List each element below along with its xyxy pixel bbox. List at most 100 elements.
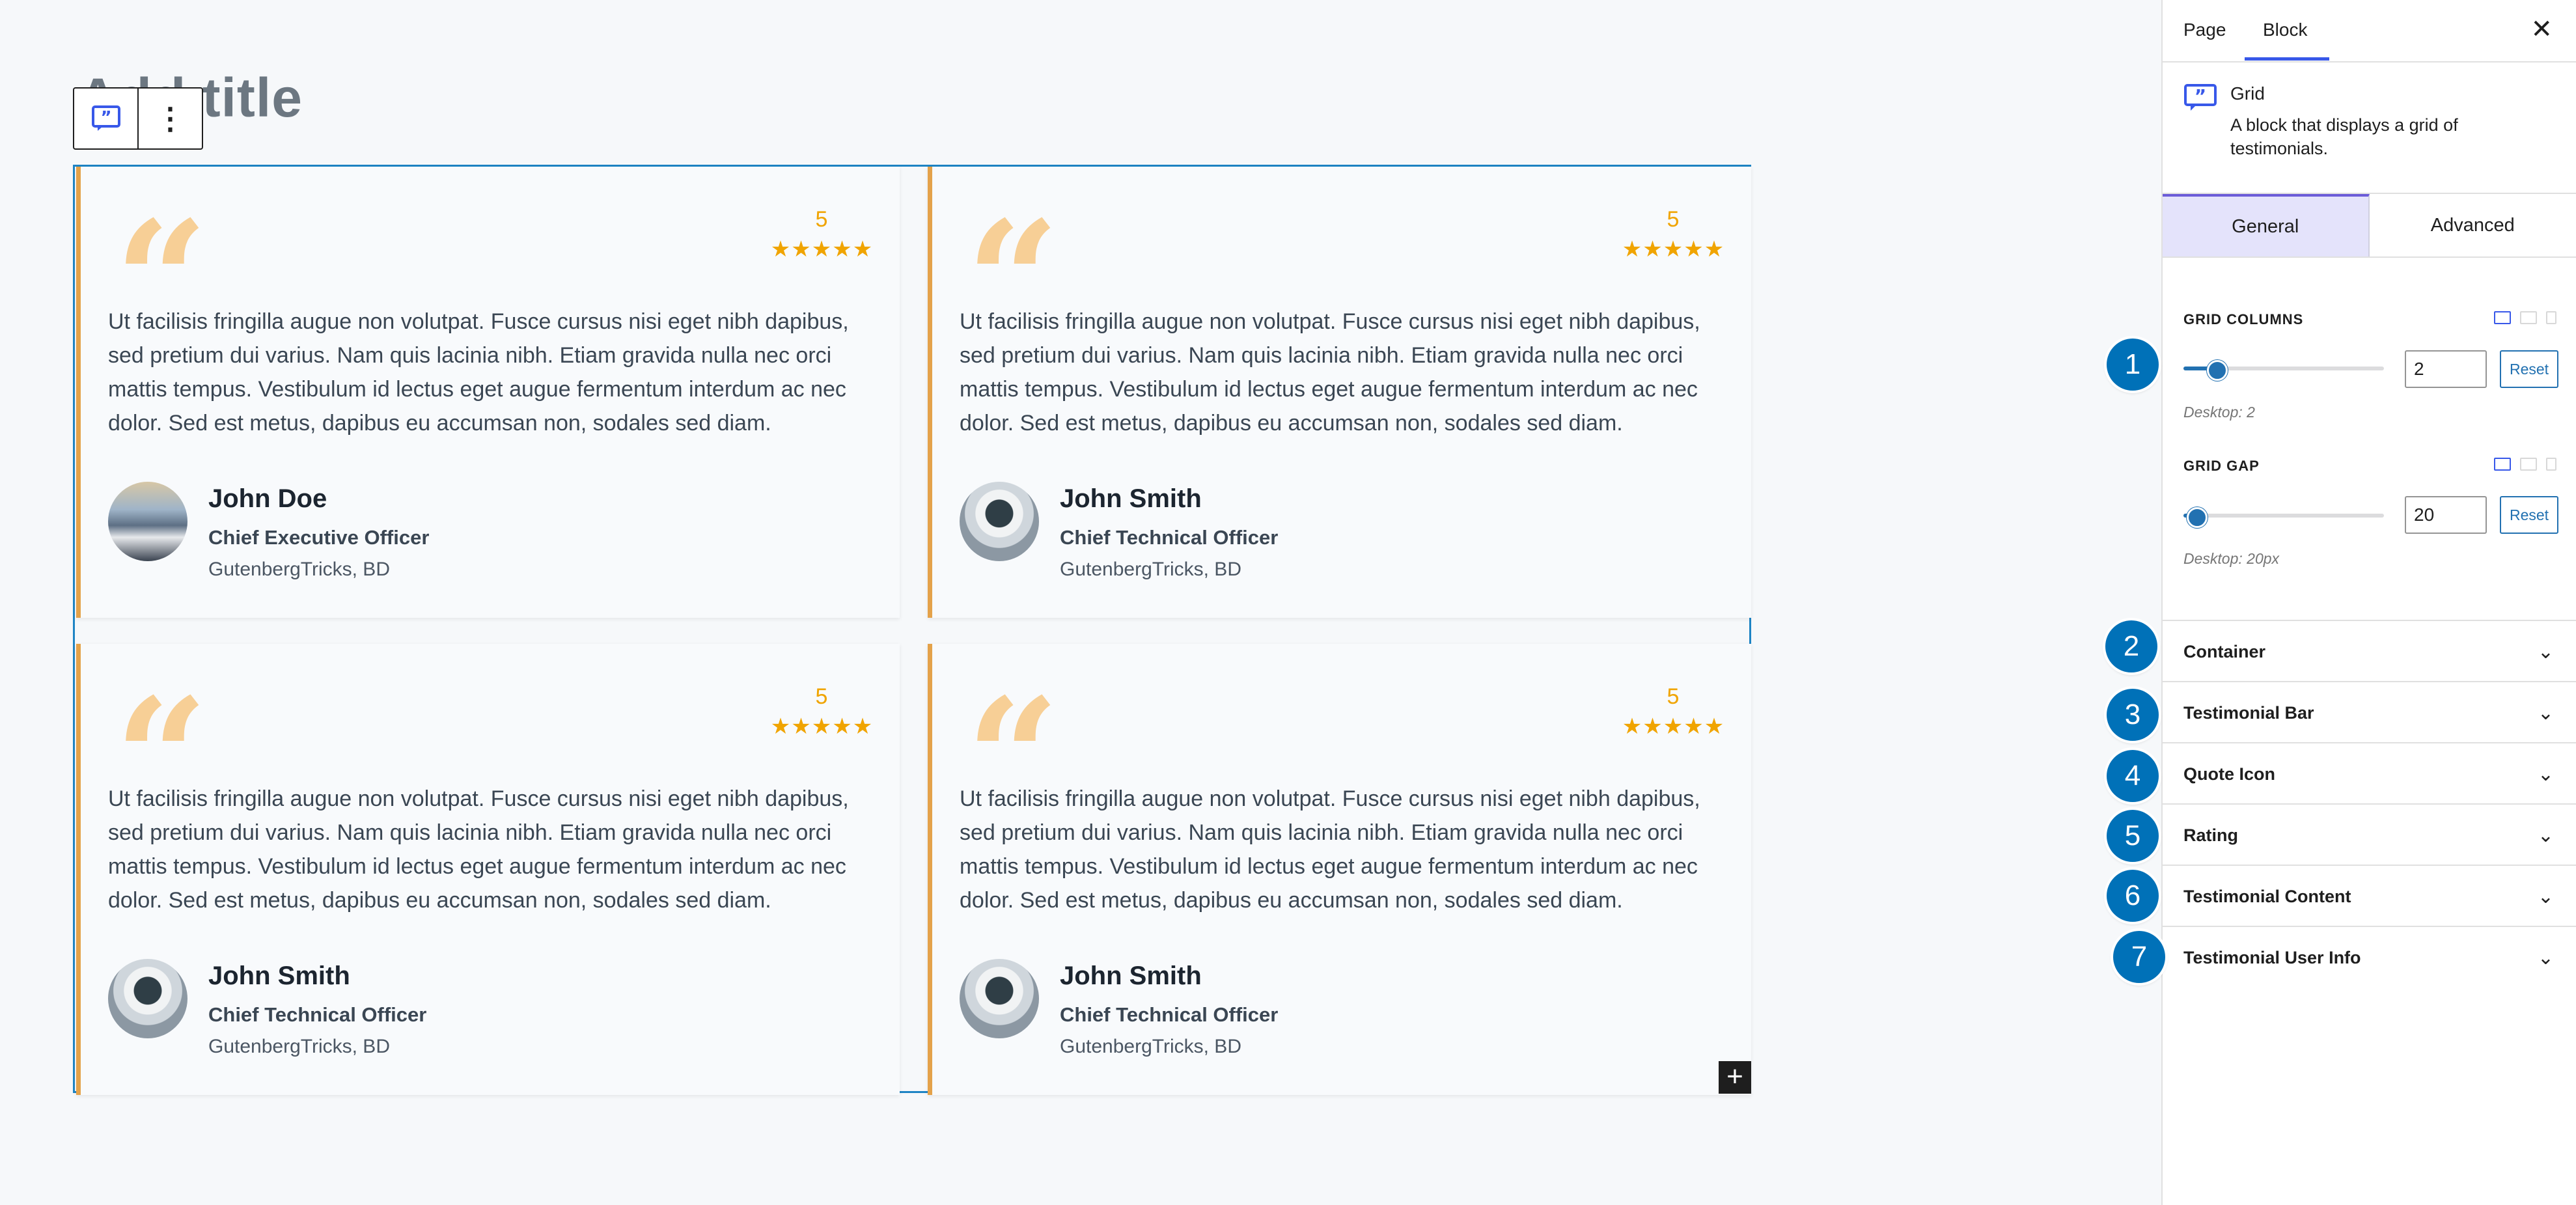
testimonial-text: Ut facilisis fringilla augue non volutpa…	[960, 309, 1700, 436]
user-role: Chief Technical Officer	[208, 1003, 427, 1026]
more-options-button[interactable]: ⋮	[137, 89, 202, 148]
panel-label: Testimonial Bar	[2183, 703, 2314, 723]
chevron-down-icon: ⌄	[2537, 702, 2554, 724]
star-icon: ★	[791, 714, 811, 739]
star-icon: ★	[791, 237, 811, 262]
grid-gap-slider-thumb[interactable]	[2187, 507, 2208, 528]
mobile-icon[interactable]	[2546, 311, 2556, 324]
panel-rating[interactable]: Rating ⌄	[2163, 803, 2576, 866]
callout-badge: 5	[2107, 810, 2159, 862]
user-name: John Smith	[208, 962, 350, 990]
user-name: John Smith	[1060, 484, 1202, 513]
tablet-icon[interactable]	[2520, 458, 2537, 471]
user-company: GutenbergTricks, BD	[1060, 1036, 1241, 1057]
grid-gap-label: GRID GAP	[2183, 458, 2260, 474]
user-role: Chief Technical Officer	[1060, 1003, 1279, 1026]
block-title: Grid	[2230, 83, 2265, 104]
close-icon[interactable]: ✕	[2530, 14, 2553, 44]
settings-tabs: General Advanced	[2163, 194, 2576, 258]
avatar	[960, 959, 1039, 1038]
star-icon: ★	[1683, 237, 1704, 262]
add-block-button[interactable]: +	[1719, 1061, 1751, 1094]
star-icon: ★	[1704, 714, 1724, 739]
panel-testimonial-user-info[interactable]: Testimonial User Info ⌄	[2163, 926, 2576, 988]
chevron-down-icon: ⌄	[2537, 641, 2554, 663]
tab-advanced[interactable]: Advanced	[2369, 194, 2576, 256]
callout-badge: 1	[2107, 339, 2159, 391]
tablet-icon[interactable]	[2520, 311, 2537, 324]
avatar	[108, 482, 187, 561]
block-card: ” Grid A block that displays a grid of t…	[2163, 62, 2576, 194]
grid-columns-slider-thumb[interactable]	[2207, 360, 2228, 381]
star-icon: ★	[1622, 237, 1642, 262]
testimonial-card[interactable]: “ 5 ★ ★ ★ ★ ★ Ut facilisis fringilla augue n…	[76, 167, 900, 618]
user-name: John Doe	[208, 484, 327, 513]
panel-label: Quote Icon	[2183, 764, 2275, 784]
panel-quote-icon[interactable]: Quote Icon ⌄	[2163, 742, 2576, 805]
quote-icon: “	[966, 676, 1060, 774]
testimonial-grid[interactable]: “ 5 ★ ★ ★ ★ ★ Ut facilisis fringilla augue n…	[73, 165, 1751, 1095]
star-icon: ★	[1663, 237, 1683, 262]
star-icon: ★	[770, 714, 791, 739]
sidebar-tabs: Page Block ✕	[2163, 0, 2576, 62]
active-tab-indicator	[2245, 57, 2329, 61]
callout-badge: 7	[2113, 931, 2165, 983]
svg-text:”: ”	[100, 108, 111, 128]
svg-text:”: ”	[2195, 85, 2206, 107]
testimonial-text: Ut facilisis fringilla augue non volutpa…	[108, 786, 849, 913]
grid-columns-reset-button[interactable]: Reset	[2500, 350, 2558, 388]
panel-label: Container	[2183, 642, 2266, 661]
testimonial-card[interactable]: “ 5 ★ ★ ★ ★ ★ Ut facilisis fringilla augue n…	[928, 167, 1751, 618]
star-icon: ★	[811, 714, 832, 739]
settings-sidebar: Page Block ✕ ” Grid A block that display…	[2161, 0, 2576, 1205]
testimonial-card[interactable]: “ 5 ★ ★ ★ ★ ★ Ut facilisis fringilla augue n…	[928, 644, 1751, 1095]
rating-value: 5	[815, 684, 828, 709]
block-toolbar: ” ⋮	[73, 87, 203, 150]
star-rating: ★ ★ ★ ★ ★	[1621, 238, 1725, 260]
grid-columns-help: Desktop: 2	[2183, 404, 2255, 421]
panel-container[interactable]: Container ⌄	[2163, 620, 2576, 682]
grid-columns-slider[interactable]	[2183, 360, 2384, 381]
panel-label: Rating	[2183, 825, 2238, 845]
desktop-icon[interactable]	[2494, 311, 2511, 324]
star-icon: ★	[1663, 714, 1683, 739]
quote-icon: ”	[2184, 84, 2217, 111]
callout-badge: 3	[2107, 689, 2159, 741]
star-icon: ★	[832, 714, 852, 739]
star-icon: ★	[1683, 714, 1704, 739]
testimonial-text: Ut facilisis fringilla augue non volutpa…	[108, 309, 849, 436]
star-rating: ★ ★ ★ ★ ★	[1621, 715, 1725, 738]
grid-gap-reset-button[interactable]: Reset	[2500, 496, 2558, 534]
star-icon: ★	[1642, 714, 1663, 739]
grid-columns-input[interactable]	[2405, 350, 2487, 388]
mobile-icon[interactable]	[2546, 458, 2556, 471]
user-role: Chief Technical Officer	[1060, 526, 1279, 549]
tab-block[interactable]: Block	[2263, 20, 2307, 40]
user-company: GutenbergTricks, BD	[1060, 559, 1241, 580]
quote-icon: ”	[91, 105, 120, 131]
star-icon: ★	[832, 237, 852, 262]
star-icon: ★	[811, 237, 832, 262]
panel-label: Testimonial User Info	[2183, 948, 2361, 967]
callout-badge: 6	[2107, 870, 2159, 922]
panel-testimonial-content[interactable]: Testimonial Content ⌄	[2163, 865, 2576, 927]
device-switcher	[2494, 311, 2556, 324]
grid-gap-slider[interactable]	[2183, 507, 2384, 528]
testimonial-card[interactable]: “ 5 ★ ★ ★ ★ ★ Ut facilisis fringilla augue n…	[76, 644, 900, 1095]
avatar	[108, 959, 187, 1038]
rating-value: 5	[1667, 207, 1680, 232]
panel-testimonial-bar[interactable]: Testimonial Bar ⌄	[2163, 681, 2576, 743]
tab-general[interactable]: General	[2163, 194, 2370, 256]
star-icon: ★	[852, 237, 873, 262]
device-switcher	[2494, 458, 2556, 471]
star-icon: ★	[1704, 237, 1724, 262]
tab-page[interactable]: Page	[2183, 20, 2226, 40]
star-icon: ★	[770, 237, 791, 262]
desktop-icon[interactable]	[2494, 458, 2511, 471]
grid-gap-input[interactable]	[2405, 496, 2487, 534]
chevron-down-icon: ⌄	[2537, 764, 2554, 785]
grid-gap-help: Desktop: 20px	[2183, 550, 2280, 567]
star-rating: ★ ★ ★ ★ ★	[769, 238, 874, 260]
testimonial-text: Ut facilisis fringilla augue non volutpa…	[960, 786, 1700, 913]
block-type-button[interactable]: ”	[74, 89, 137, 148]
